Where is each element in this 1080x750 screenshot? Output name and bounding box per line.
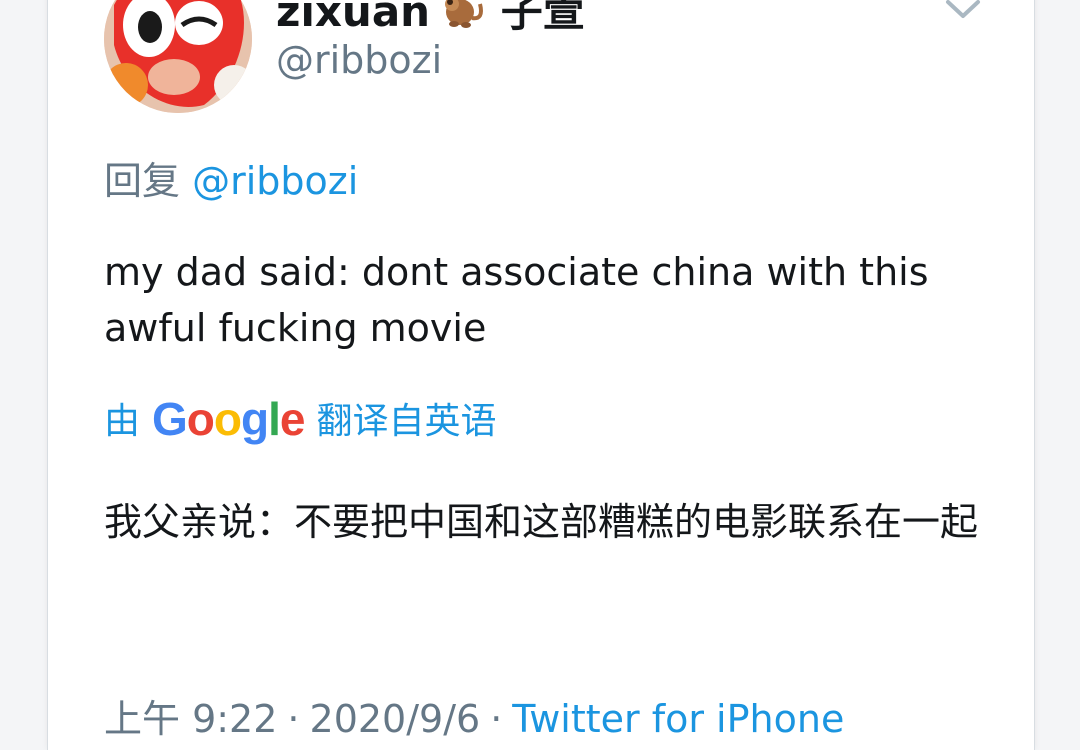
translation-attribution[interactable]: 由 Google 翻译自英语 — [104, 392, 497, 446]
tweet-time: 上午 9:22 — [104, 697, 278, 741]
display-name-text: zixuan — [276, 0, 431, 36]
reply-to-link[interactable]: @ribbozi — [192, 159, 358, 203]
meta-separator-2: · — [490, 697, 503, 741]
translation-suffix: 翻译自英语 — [316, 401, 497, 442]
display-name-suffix: 子萱 — [500, 0, 585, 36]
chevron-down-icon[interactable] — [944, 0, 982, 24]
translation-by-label: 由 — [104, 401, 141, 442]
tweet-source-link[interactable]: Twitter for iPhone — [512, 697, 844, 741]
tweet-text: my dad said: dont associate china with t… — [104, 250, 929, 350]
display-name[interactable]: zixuan 子萱 — [276, 0, 585, 39]
tweet-meta: 上午 9:22 · 2020/9/6 · Twitter for iPhone — [104, 688, 844, 743]
tweet-date: 2020/9/6 — [309, 697, 481, 741]
monkey-icon — [440, 0, 486, 30]
reply-prefix: 回复 — [104, 159, 181, 203]
meta-separator: · — [287, 697, 300, 741]
tweet-card — [47, 0, 1035, 750]
author-handle[interactable]: @ribbozi — [276, 38, 442, 82]
translated-text: 我父亲说：不要把中国和这部糟糕的电影联系在一起 — [104, 500, 979, 544]
reply-context: 回复 @ribbozi — [104, 150, 358, 205]
google-logo: Google — [152, 393, 305, 445]
